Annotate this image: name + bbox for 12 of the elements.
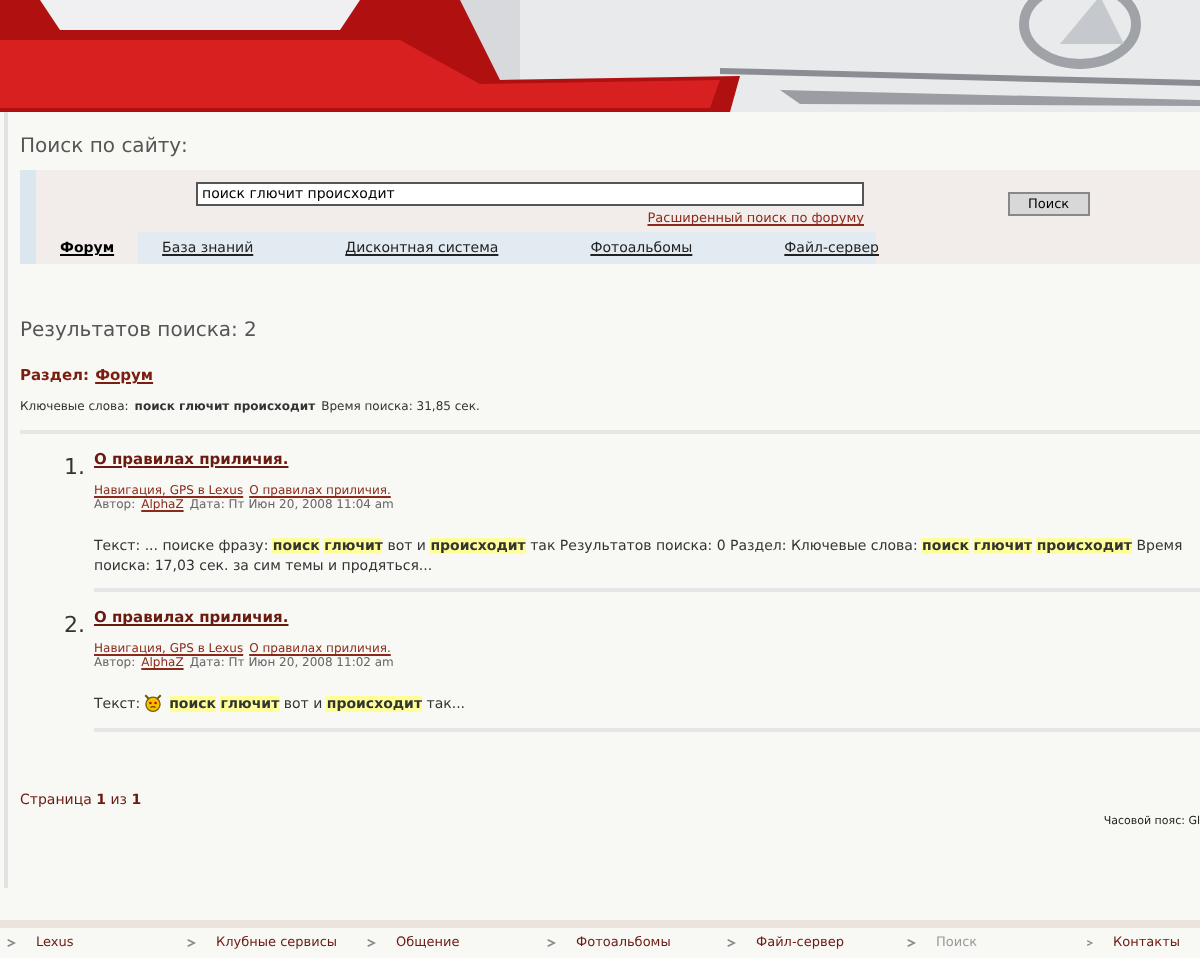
- results-heading: Результатов поиска: 2: [20, 320, 259, 342]
- chevron-icon: [186, 937, 196, 947]
- chevron-icon: [6, 937, 16, 947]
- smiley-icon: [144, 694, 163, 713]
- page-title: Поиск по сайту:: [20, 136, 190, 158]
- result-number: 1.: [64, 452, 87, 484]
- chevron-icon: [726, 937, 736, 947]
- chevron-icon: [546, 937, 556, 947]
- chevron-icon: [366, 937, 376, 947]
- chevron-icon: [1086, 937, 1094, 947]
- chevron-icon: [906, 937, 916, 947]
- result-number: 2.: [64, 610, 87, 643]
